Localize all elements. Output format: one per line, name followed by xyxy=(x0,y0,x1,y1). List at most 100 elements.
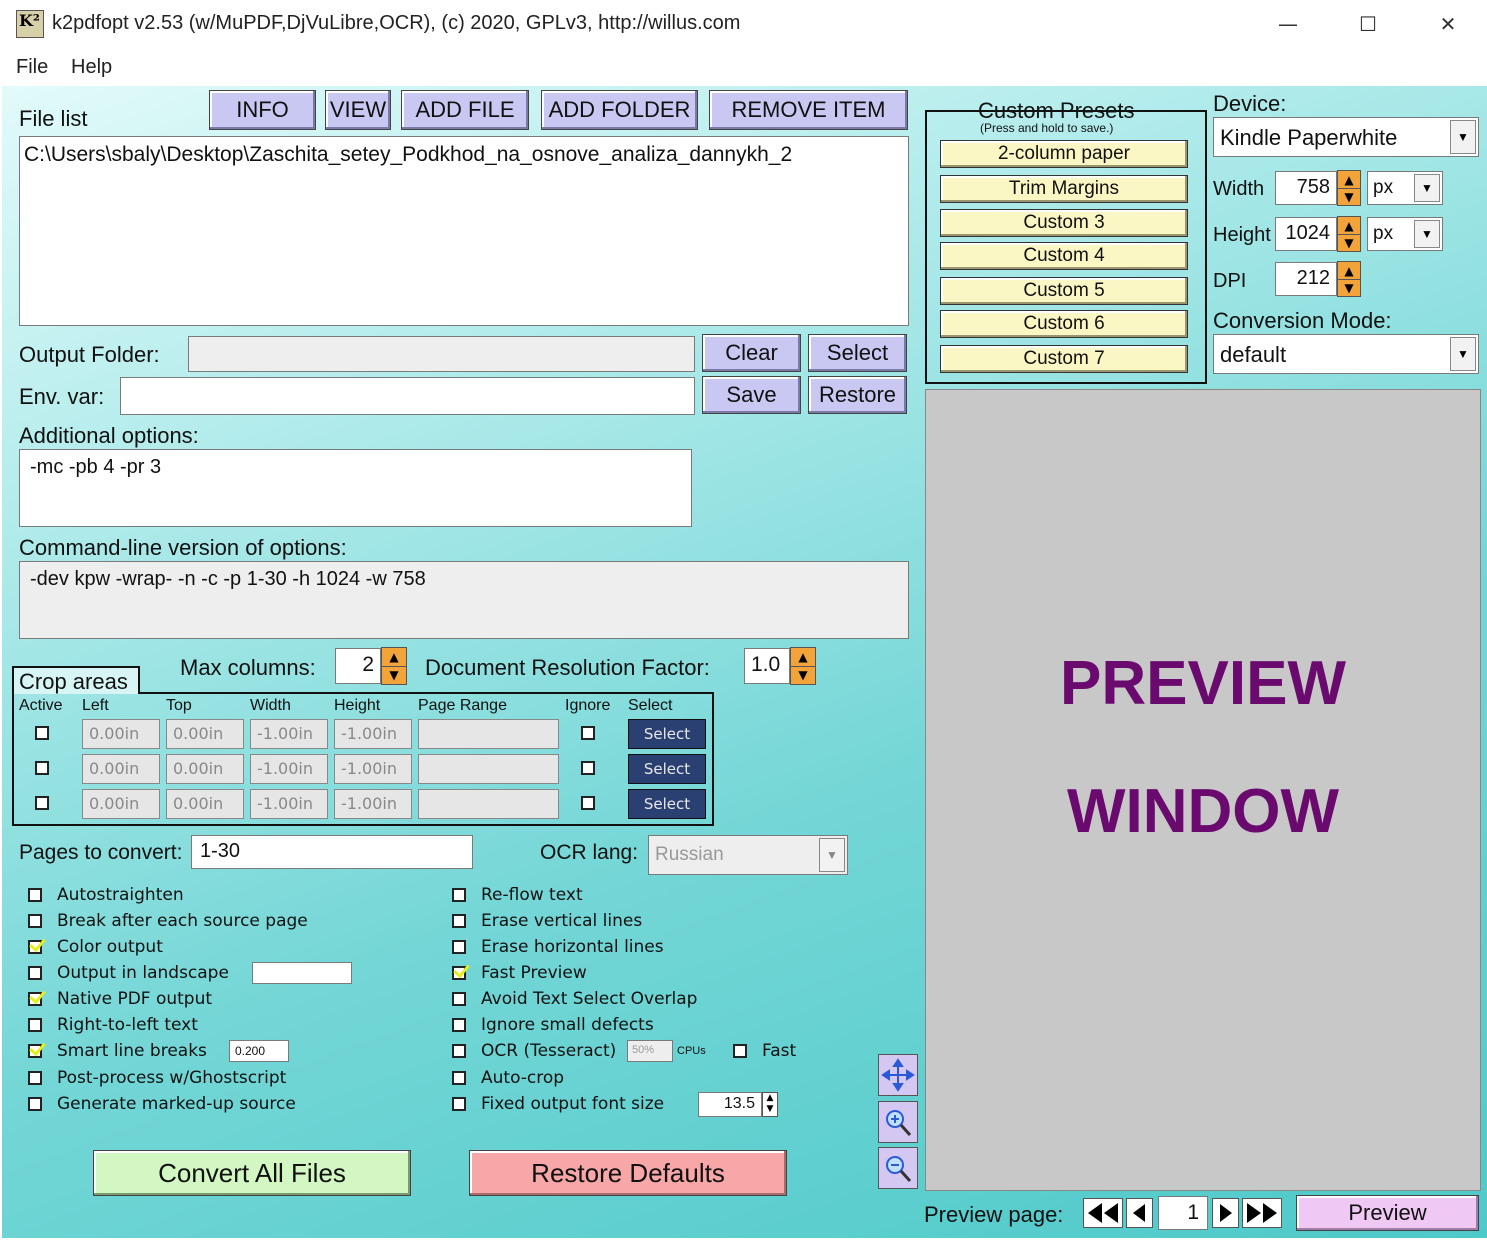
width-input[interactable]: 758 xyxy=(1275,171,1337,205)
spin-down-icon[interactable]: ▼ xyxy=(1338,234,1360,251)
autostraighten-checkbox[interactable] xyxy=(28,888,42,902)
convert-all-files-button[interactable]: Convert All Files xyxy=(93,1150,411,1196)
spin-down-icon[interactable]: ▼ xyxy=(1338,188,1360,205)
pages-to-convert-input[interactable]: 1-30 xyxy=(191,835,473,869)
next-page-icon[interactable] xyxy=(1212,1198,1239,1228)
landscape-input[interactable] xyxy=(252,962,352,984)
menu-file[interactable]: File xyxy=(16,56,48,79)
menu-help[interactable]: Help xyxy=(71,56,112,79)
chevron-down-icon[interactable]: ▼ xyxy=(819,838,845,872)
env-var-input[interactable] xyxy=(120,377,695,415)
crop-left-input[interactable]: 0.00in xyxy=(82,789,160,819)
height-spinner[interactable]: ▲ ▼ xyxy=(1337,216,1361,252)
chevron-down-icon[interactable]: ▼ xyxy=(1414,174,1440,202)
fast-preview-checkbox[interactable] xyxy=(452,966,466,980)
preview-button[interactable]: Preview xyxy=(1296,1195,1479,1231)
crop-page-range-input[interactable] xyxy=(418,789,559,819)
crop-height-input[interactable]: -1.00in xyxy=(334,754,412,784)
crop-width-input[interactable]: -1.00in xyxy=(250,789,328,819)
file-list-item[interactable]: C:\Users\sbaly\Desktop\Zaschita_setey_Po… xyxy=(24,143,904,167)
max-columns-input[interactable]: 2 xyxy=(335,648,381,684)
clear-button[interactable]: Clear xyxy=(702,334,801,372)
dpi-spinner[interactable]: ▲ ▼ xyxy=(1337,261,1361,297)
crop-left-input[interactable]: 0.00in xyxy=(82,754,160,784)
crop-top-input[interactable]: 0.00in xyxy=(166,789,244,819)
max-columns-spinner[interactable]: ▲ ▼ xyxy=(381,647,407,685)
restore-defaults-button[interactable]: Restore Defaults xyxy=(469,1150,787,1196)
crop-ignore-checkbox[interactable] xyxy=(581,761,595,775)
crop-active-checkbox[interactable] xyxy=(35,796,49,810)
crop-ignore-checkbox[interactable] xyxy=(581,726,595,740)
crop-height-input[interactable]: -1.00in xyxy=(334,789,412,819)
ocr-fast-checkbox[interactable] xyxy=(733,1044,747,1058)
width-spinner[interactable]: ▲ ▼ xyxy=(1337,170,1361,206)
crop-ignore-checkbox[interactable] xyxy=(581,796,595,810)
width-unit-select[interactable]: px ▼ xyxy=(1367,171,1443,205)
reflow-text-checkbox[interactable] xyxy=(452,888,466,902)
crop-top-input[interactable]: 0.00in xyxy=(166,754,244,784)
height-input[interactable]: 1024 xyxy=(1275,217,1337,251)
avoid-overlap-checkbox[interactable] xyxy=(452,992,466,1006)
smart-line-breaks-checkbox[interactable] xyxy=(28,1044,42,1058)
output-folder-input[interactable] xyxy=(188,336,695,372)
ocr-checkbox[interactable] xyxy=(452,1044,466,1058)
crop-page-range-input[interactable] xyxy=(418,719,559,749)
crop-page-range-input[interactable] xyxy=(418,754,559,784)
native-pdf-checkbox[interactable] xyxy=(28,992,42,1006)
landscape-checkbox[interactable] xyxy=(28,966,42,980)
first-page-icon[interactable] xyxy=(1083,1198,1123,1228)
color-output-checkbox[interactable] xyxy=(28,940,42,954)
smart-line-breaks-input[interactable]: 0.200 xyxy=(229,1040,289,1062)
crop-top-input[interactable]: 0.00in xyxy=(166,719,244,749)
spin-up-icon[interactable]: ▲ xyxy=(1338,171,1360,189)
preset-custom-7-button[interactable]: Custom 7 xyxy=(940,345,1188,373)
preset-2-column-button[interactable]: 2-column paper xyxy=(940,140,1188,168)
save-button[interactable]: Save xyxy=(702,376,801,414)
spin-up-icon[interactable]: ▲ xyxy=(1338,262,1360,280)
marked-up-source-checkbox[interactable] xyxy=(28,1097,42,1111)
crop-active-checkbox[interactable] xyxy=(35,726,49,740)
auto-crop-checkbox[interactable] xyxy=(452,1071,466,1085)
crop-width-input[interactable]: -1.00in xyxy=(250,754,328,784)
ocr-cpus-input[interactable]: 50% xyxy=(627,1040,673,1062)
spin-up-icon[interactable]: ▲ xyxy=(382,648,406,667)
crop-select-button[interactable]: Select xyxy=(628,789,706,819)
break-after-page-checkbox[interactable] xyxy=(28,914,42,928)
add-folder-button[interactable]: ADD FOLDER xyxy=(541,90,698,130)
ignore-defects-checkbox[interactable] xyxy=(452,1018,466,1032)
zoom-out-icon[interactable] xyxy=(878,1147,918,1189)
doc-resolution-spinner[interactable]: ▲ ▼ xyxy=(790,647,816,685)
preset-trim-margins-button[interactable]: Trim Margins xyxy=(940,175,1188,203)
font-size-input[interactable]: 13.5 xyxy=(698,1092,762,1117)
zoom-in-icon[interactable] xyxy=(878,1101,918,1143)
chevron-down-icon[interactable]: ▼ xyxy=(1450,337,1476,371)
crop-width-input[interactable]: -1.00in xyxy=(250,719,328,749)
preset-custom-5-button[interactable]: Custom 5 xyxy=(940,277,1188,305)
dpi-input[interactable]: 212 xyxy=(1275,262,1337,296)
maximize-icon[interactable]: ☐ xyxy=(1348,8,1388,40)
remove-item-button[interactable]: REMOVE ITEM xyxy=(709,90,908,130)
height-unit-select[interactable]: px ▼ xyxy=(1367,217,1443,251)
spin-down-icon[interactable]: ▼ xyxy=(382,666,406,684)
erase-vertical-checkbox[interactable] xyxy=(452,914,466,928)
add-file-button[interactable]: ADD FILE xyxy=(401,90,529,130)
conversion-mode-select[interactable]: default ▼ xyxy=(1213,334,1479,374)
device-select[interactable]: Kindle Paperwhite ▼ xyxy=(1213,117,1479,157)
spin-up-icon[interactable]: ▲ xyxy=(791,648,815,667)
view-button[interactable]: VIEW xyxy=(325,90,391,130)
select-folder-button[interactable]: Select xyxy=(808,334,907,372)
preset-custom-3-button[interactable]: Custom 3 xyxy=(940,209,1188,237)
preset-custom-6-button[interactable]: Custom 6 xyxy=(940,310,1188,338)
font-size-spinner[interactable]: ▲ ▼ xyxy=(762,1092,778,1117)
close-icon[interactable]: ✕ xyxy=(1428,8,1468,40)
crop-active-checkbox[interactable] xyxy=(35,761,49,775)
spin-up-icon[interactable]: ▲ xyxy=(1338,217,1360,235)
pan-icon[interactable] xyxy=(878,1054,918,1096)
last-page-icon[interactable] xyxy=(1242,1198,1282,1228)
preset-custom-4-button[interactable]: Custom 4 xyxy=(940,242,1188,270)
prev-page-icon[interactable] xyxy=(1126,1198,1153,1228)
crop-select-button[interactable]: Select xyxy=(628,754,706,784)
rtl-text-checkbox[interactable] xyxy=(28,1018,42,1032)
ghostscript-checkbox[interactable] xyxy=(28,1071,42,1085)
crop-left-input[interactable]: 0.00in xyxy=(82,719,160,749)
